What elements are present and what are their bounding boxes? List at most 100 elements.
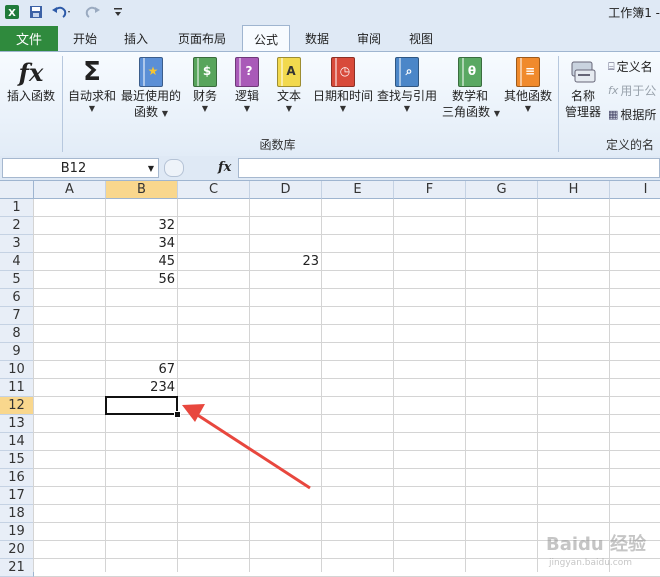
group-label-function-library: 函数库 xyxy=(259,138,296,152)
row-header-2[interactable]: 2 xyxy=(0,217,34,235)
selected-cell[interactable] xyxy=(105,396,178,415)
fill-handle[interactable] xyxy=(174,411,181,418)
column-header-h[interactable]: H xyxy=(538,181,610,199)
gridline xyxy=(34,450,660,451)
tab-review[interactable]: 审阅 xyxy=(346,26,392,51)
star-book-icon: ★ xyxy=(137,56,165,88)
row-header-9[interactable]: 9 xyxy=(0,343,34,361)
text-button[interactable]: A 文本 ▼ xyxy=(272,56,306,114)
spreadsheet-grid: A B C D E F G H I 1 2 3 4 5 6 7 8 9 10 11 12 13 14 15 16 17 18 19 20… xyxy=(0,181,660,577)
lookup-reference-button[interactable]: ⌕ 查找与引用 ▼ xyxy=(376,56,438,114)
ribbon-formulas: fx 插入函数 Σ 自动求和 ▼ ★ 最近使用的 函数 ▼ $ 财务 ▼ ? 逻… xyxy=(0,51,660,157)
select-all-corner[interactable] xyxy=(0,181,34,199)
tab-file[interactable]: 文件 xyxy=(0,26,58,51)
cell-d4[interactable]: 23 xyxy=(250,253,322,271)
financial-button[interactable]: $ 财务 ▼ xyxy=(188,56,222,114)
row-header-5[interactable]: 5 xyxy=(0,271,34,289)
cell-b5[interactable]: 56 xyxy=(106,271,178,289)
column-header-i[interactable]: I xyxy=(610,181,660,199)
column-header-g[interactable]: G xyxy=(466,181,538,199)
tab-view[interactable]: 视图 xyxy=(398,26,444,51)
undo-icon[interactable] xyxy=(50,4,72,20)
date-time-button[interactable]: ◷ 日期和时间 ▼ xyxy=(312,56,374,114)
column-header-c[interactable]: C xyxy=(178,181,250,199)
row-header-4[interactable]: 4 xyxy=(0,253,34,271)
ribbon-tabs: 文件 开始 插入 页面布局 公式 数据 审阅 视图 xyxy=(0,24,660,52)
row-header-19[interactable]: 19 xyxy=(0,523,34,541)
document-title: 工作簿1 - xyxy=(608,6,660,20)
dropdown-arrow-icon: ▼ xyxy=(339,104,347,113)
row-header-3[interactable]: 3 xyxy=(0,235,34,253)
row-header-20[interactable]: 20 xyxy=(0,541,34,559)
row-header-12[interactable]: 12 xyxy=(0,397,34,415)
dropdown-arrow-icon: ▼ xyxy=(201,104,209,113)
dropdown-arrow-icon: ▼ xyxy=(88,104,96,113)
tab-formulas[interactable]: 公式 xyxy=(242,25,290,52)
row-header-10[interactable]: 10 xyxy=(0,361,34,379)
expand-handle[interactable] xyxy=(164,159,184,177)
row-header-11[interactable]: 11 xyxy=(0,379,34,397)
create-from-selection-button[interactable]: ▦ 根据所 xyxy=(608,106,656,123)
tab-home[interactable]: 开始 xyxy=(62,26,108,51)
save-icon[interactable] xyxy=(28,4,44,20)
gridline xyxy=(33,199,34,572)
logical-button[interactable]: ? 逻辑 ▼ xyxy=(230,56,264,114)
dropdown-arrow-icon: ▼ xyxy=(493,109,500,118)
column-header-d[interactable]: D xyxy=(250,181,322,199)
cell-b10[interactable]: 67 xyxy=(106,361,178,379)
formula-input[interactable] xyxy=(238,158,660,178)
row-header-6[interactable]: 6 xyxy=(0,289,34,307)
row-header-21[interactable]: 21 xyxy=(0,559,34,577)
name-manager-button[interactable]: 名称 管理器 xyxy=(562,56,604,120)
chevron-down-icon[interactable]: ▼ xyxy=(144,164,158,173)
row-header-8[interactable]: 8 xyxy=(0,325,34,343)
use-in-formula-button[interactable]: fx 用于公 xyxy=(608,82,656,99)
tab-page-layout[interactable]: 页面布局 xyxy=(168,26,236,51)
name-box[interactable]: B12 ▼ xyxy=(2,158,159,178)
autosum-button[interactable]: Σ 自动求和 ▼ xyxy=(66,56,118,114)
row-header-16[interactable]: 16 xyxy=(0,469,34,487)
cell-b11[interactable]: 234 xyxy=(106,379,178,397)
sigma-icon: Σ xyxy=(83,57,101,87)
cell-b3[interactable]: 34 xyxy=(106,235,178,253)
gridline xyxy=(393,199,394,572)
svg-text:X: X xyxy=(8,8,16,19)
insert-function-button[interactable]: fx 插入函数 xyxy=(3,56,59,104)
excel-logo-icon[interactable]: X xyxy=(3,4,21,20)
row-header-15[interactable]: 15 xyxy=(0,451,34,469)
define-name-icon: ⌸ xyxy=(608,59,615,73)
column-header-e[interactable]: E xyxy=(322,181,394,199)
row-header-13[interactable]: 13 xyxy=(0,415,34,433)
cell-b4[interactable]: 45 xyxy=(106,253,178,271)
dropdown-arrow-icon: ▼ xyxy=(403,104,411,113)
cell-b2[interactable]: 32 xyxy=(106,217,178,235)
row-header-17[interactable]: 17 xyxy=(0,487,34,505)
gridline xyxy=(34,486,660,487)
dropdown-arrow-icon: ▼ xyxy=(524,104,532,113)
column-header-a[interactable]: A xyxy=(34,181,106,199)
redo-icon[interactable] xyxy=(82,4,104,20)
gridline xyxy=(34,324,660,325)
watermark-url: jingyan.baidu.com xyxy=(548,558,632,568)
tab-insert[interactable]: 插入 xyxy=(113,26,159,51)
gridline xyxy=(34,468,660,469)
column-header-b[interactable]: B xyxy=(106,181,178,199)
column-header-f[interactable]: F xyxy=(394,181,466,199)
row-header-18[interactable]: 18 xyxy=(0,505,34,523)
name-manager-icon xyxy=(569,56,597,88)
gridline xyxy=(609,199,610,572)
row-header-1[interactable]: 1 xyxy=(0,199,34,217)
recently-used-button[interactable]: ★ 最近使用的 函数 ▼ xyxy=(120,56,182,120)
gridline xyxy=(34,432,660,433)
row-header-7[interactable]: 7 xyxy=(0,307,34,325)
customize-icon[interactable] xyxy=(112,4,124,20)
define-name-button[interactable]: ⌸ 定义名 xyxy=(608,58,653,75)
insert-function-icon[interactable]: fx xyxy=(218,160,231,175)
group-label-defined-names: 定义的名 xyxy=(606,138,655,152)
row-header-14[interactable]: 14 xyxy=(0,433,34,451)
math-trig-button[interactable]: θ 数学和 三角函数 ▼ xyxy=(442,56,500,120)
tab-data[interactable]: 数据 xyxy=(294,26,340,51)
fx-icon: fx xyxy=(18,57,44,87)
table-icon: ▦ xyxy=(608,108,619,121)
more-functions-button[interactable]: ≡ 其他函数 ▼ xyxy=(502,56,554,114)
